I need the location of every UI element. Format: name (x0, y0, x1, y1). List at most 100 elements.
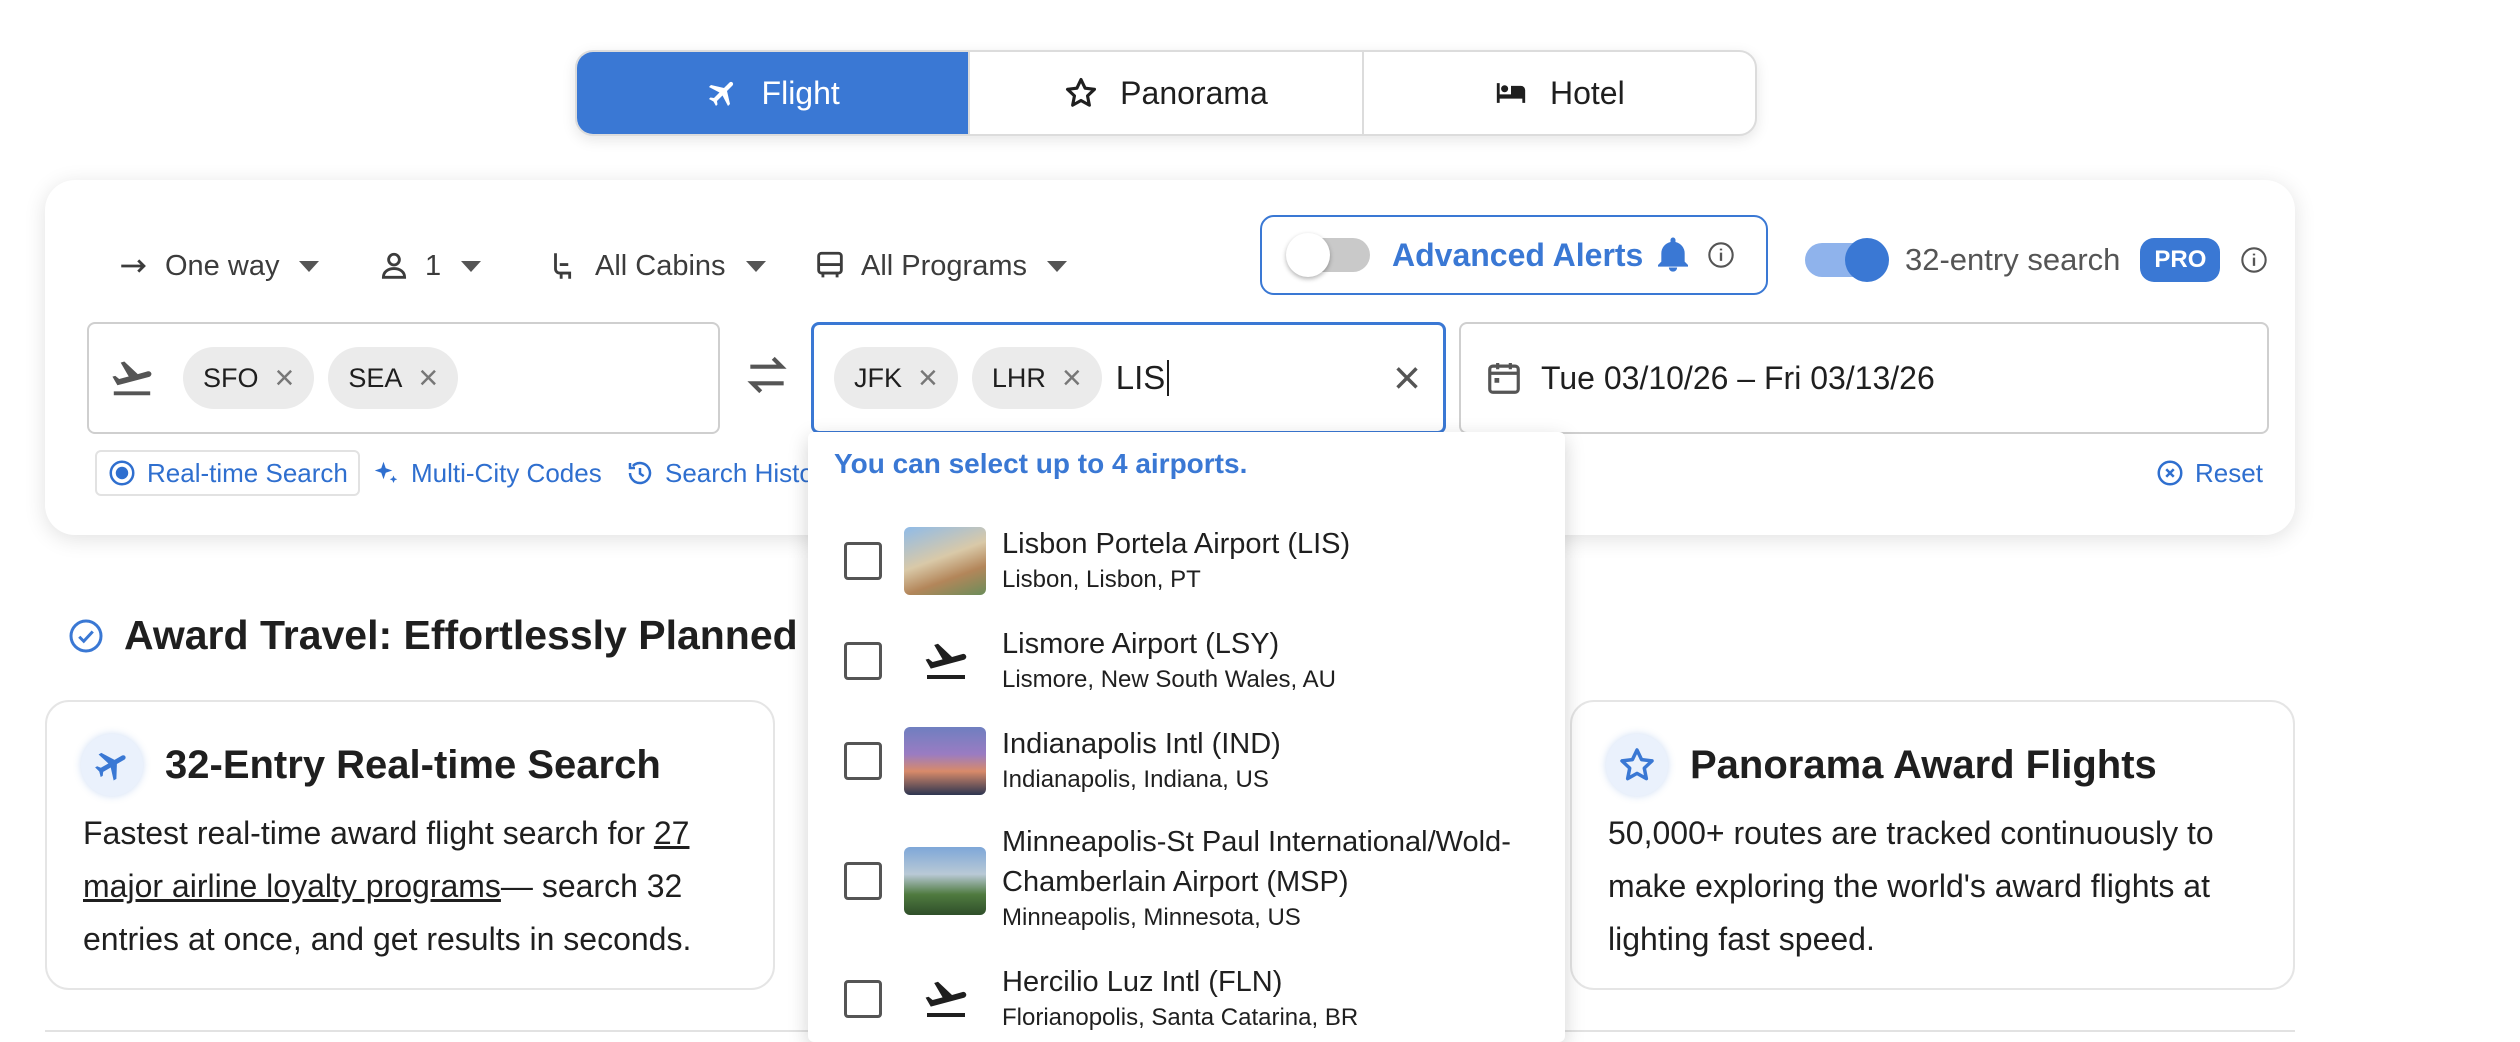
airport-location: Minneapolis, Minnesota, US (1002, 904, 1301, 931)
feature-text: Fastest real-time award flight search fo… (83, 815, 654, 851)
close-circle-icon (2157, 460, 2183, 486)
info-icon[interactable] (1707, 241, 1735, 269)
reset-link[interactable]: Reset (2155, 450, 2263, 496)
feature-description: Fastest real-time award flight search fo… (83, 807, 743, 966)
origin-chip: SFO × (183, 347, 315, 409)
airport-location: Indianapolis, Indiana, US (1002, 766, 1269, 793)
entry-search-control: 32-entry search PRO (1805, 230, 2268, 290)
arrow-right-icon (121, 259, 146, 273)
check-circle-icon (69, 619, 103, 652)
clear-icon[interactable]: × (1393, 355, 1421, 403)
passengers-label: 1 (425, 249, 442, 282)
advanced-alerts-label: Advanced Alerts (1392, 236, 1644, 273)
section-heading: Award Travel: Effortlessly Planned (68, 612, 798, 659)
chip-label: LHR (991, 362, 1046, 393)
swap-icon[interactable] (742, 350, 792, 400)
origin-field[interactable]: SFO × SEA × (87, 322, 720, 434)
history-icon (628, 461, 652, 485)
chevron-down-icon (745, 260, 766, 272)
checkbox[interactable] (844, 542, 882, 580)
info-icon[interactable] (2240, 246, 2268, 274)
search-history-label: Search Histo (665, 457, 814, 488)
advanced-alerts-box: Advanced Alerts (1260, 215, 1768, 295)
origin-chip: SEA × (328, 347, 459, 409)
airport-option[interactable]: Indianapolis Intl (IND) Indianapolis, In… (808, 720, 1565, 802)
destination-input[interactable]: LIS (1116, 360, 1170, 396)
remove-chip-icon[interactable]: × (1062, 361, 1082, 395)
checkbox[interactable] (844, 862, 882, 900)
cabins-select[interactable]: All Cabins (547, 236, 766, 296)
airport-option[interactable]: Minneapolis-St Paul International/Wold-C… (808, 820, 1565, 942)
airport-name: Lisbon Portela Airport (LIS) (1002, 528, 1351, 560)
remove-chip-icon[interactable]: × (918, 361, 938, 395)
city-photo (904, 847, 986, 915)
airport-option[interactable]: Lisbon Portela Airport (LIS) Lisbon, Lis… (808, 520, 1565, 602)
chevron-down-icon (1047, 260, 1067, 272)
tab-flight-label: Flight (761, 74, 840, 111)
calendar-icon (1488, 362, 1520, 394)
seat-icon (554, 253, 572, 279)
airport-location: Lismore, New South Wales, AU (1002, 666, 1336, 693)
feature-card-panorama: Panorama Award Flights 50,000+ routes ar… (1570, 700, 2295, 990)
tab-hotel[interactable]: Hotel (1364, 52, 1755, 134)
chip-label: SEA (348, 362, 403, 393)
realtime-search-link[interactable]: Real-time Search (95, 450, 360, 496)
alerts-toggle[interactable] (1286, 233, 1370, 277)
city-photo (904, 727, 986, 795)
date-field[interactable]: Tue 03/10/26 – Fri 03/13/26 (1459, 322, 2269, 434)
chevron-down-icon (461, 260, 482, 272)
star-icon (1066, 77, 1097, 107)
trip-type-select[interactable]: One way (117, 236, 320, 296)
tab-flight[interactable]: Flight (577, 52, 971, 134)
airport-option[interactable]: Hercilio Luz Intl (FLN) Florianopolis, S… (808, 958, 1565, 1040)
airport-name: Hercilio Luz Intl (FLN) (1002, 966, 1283, 998)
feature-description: 50,000+ routes are tracked continuously … (1608, 815, 2214, 957)
radio-selected-icon (109, 460, 135, 486)
airport-name: Lismore Airport (LSY) (1002, 628, 1280, 660)
airport-location: Lisbon, Lisbon, PT (1002, 566, 1201, 593)
realtime-search-label: Real-time Search (147, 457, 348, 488)
plane-icon (708, 81, 733, 107)
takeoff-icon (112, 361, 152, 396)
date-range-value: Tue 03/10/26 – Fri 03/13/26 (1541, 359, 1935, 396)
remove-chip-icon[interactable]: × (275, 361, 295, 395)
entry-search-label: 32-entry search (1905, 242, 2121, 277)
feature-title: 32-Entry Real-time Search (165, 742, 661, 787)
tab-hotel-label: Hotel (1549, 74, 1625, 111)
feature-card-realtime: 32-Entry Real-time Search Fastest real-t… (45, 700, 775, 990)
passengers-select[interactable]: 1 (377, 236, 482, 296)
destination-field[interactable]: JFK × LHR × LIS × (811, 322, 1446, 434)
dropdown-hint: You can select up to 4 airports. (834, 448, 1248, 479)
tab-panorama[interactable]: Panorama (970, 52, 1364, 134)
checkbox[interactable] (844, 742, 882, 780)
feature-title: Panorama Award Flights (1690, 742, 2157, 787)
takeoff-icon (925, 643, 967, 679)
programs-select[interactable]: All Programs (813, 236, 1067, 296)
person-icon (381, 252, 407, 279)
entry-search-toggle[interactable] (1805, 238, 1889, 282)
bed-icon (1496, 83, 1526, 103)
star-icon (1606, 734, 1668, 796)
search-history-link[interactable]: Search Histo (625, 450, 814, 496)
checkbox[interactable] (844, 642, 882, 680)
destination-chip: LHR × (971, 347, 1102, 409)
bus-icon (817, 251, 843, 278)
tab-panorama-label: Panorama (1120, 74, 1268, 111)
programs-label: All Programs (861, 249, 1027, 282)
airport-name: Minneapolis-St Paul International/Wold-C… (1002, 826, 1511, 898)
airport-location: Florianopolis, Santa Catarina, BR (1002, 1004, 1359, 1031)
pro-badge: PRO (2140, 238, 2221, 282)
chevron-down-icon (299, 260, 320, 272)
section-title: Award Travel: Effortlessly Planned (124, 612, 798, 658)
plane-icon (81, 734, 143, 796)
remove-chip-icon[interactable]: × (418, 361, 438, 395)
destination-chip: JFK × (834, 347, 958, 409)
city-photo (904, 527, 986, 595)
airport-name: Indianapolis Intl (IND) (1002, 728, 1281, 760)
chip-label: SFO (203, 362, 259, 393)
airport-option[interactable]: Lismore Airport (LSY) Lismore, New South… (808, 620, 1565, 702)
checkbox[interactable] (844, 980, 882, 1018)
takeoff-icon (925, 981, 967, 1017)
multi-city-codes-link[interactable]: Multi-City Codes (371, 450, 602, 496)
chip-label: JFK (854, 362, 903, 393)
